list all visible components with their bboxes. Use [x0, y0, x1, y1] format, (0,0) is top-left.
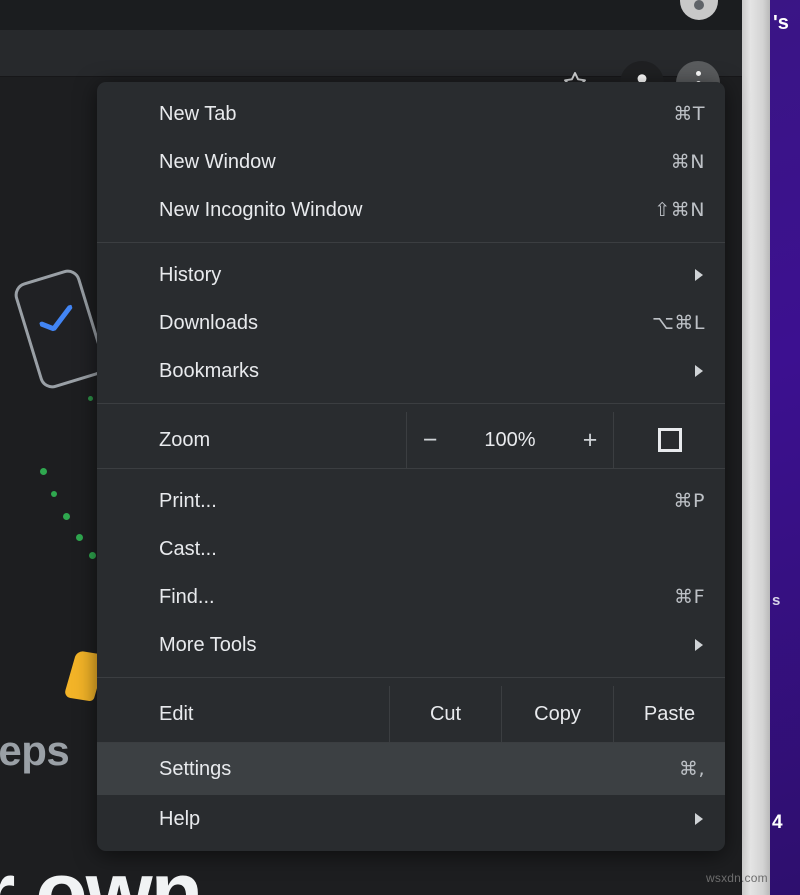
menu-item-history[interactable]: History [97, 251, 725, 299]
zoom-out-button[interactable]: − [407, 427, 453, 453]
phone-check-icon [11, 266, 109, 392]
screenshot-root: steps ır own 's s 4 wsxdn.com [0, 0, 800, 895]
zoom-controls: − 100% + [406, 412, 613, 468]
chevron-right-icon [695, 365, 703, 377]
menu-item-cast[interactable]: Cast... [97, 525, 725, 573]
decorative-dot [89, 552, 96, 559]
menu-item-label: New Tab [159, 102, 237, 125]
right-gray-strip [742, 0, 770, 895]
menu-separator [97, 468, 725, 469]
tab-avatar-inner [694, 0, 704, 10]
menu-item-label: Settings [159, 757, 232, 780]
menu-separator [97, 677, 725, 678]
menu-row-edit: Edit Cut Copy Paste [97, 686, 725, 742]
watermark: wsxdn.com [706, 871, 768, 885]
menu-item-label: Print... [159, 489, 217, 512]
purple-text-fragment-bottom: 4 [772, 812, 783, 833]
decorative-dot [76, 534, 83, 541]
menu-item-label: New Incognito Window [159, 198, 363, 221]
menu-item-downloads[interactable]: Downloads ⌥⌘L [97, 299, 725, 347]
menu-item-shortcut: ⌘, [678, 758, 705, 780]
menu-item-label: New Window [159, 150, 276, 173]
purple-text-fragment-top: 's [773, 12, 789, 34]
zoom-label: Zoom [159, 428, 211, 451]
cut-button[interactable]: Cut [389, 686, 501, 742]
menu-item-new-tab[interactable]: New Tab ⌘T [97, 90, 725, 138]
menu-item-label: Downloads [159, 311, 258, 334]
chevron-right-icon [695, 813, 703, 825]
menu-row-zoom: Zoom − 100% + [97, 412, 725, 468]
chrome-main-menu: New Tab ⌘T New Window ⌘N New Incognito W… [97, 82, 725, 851]
zoom-level-value: 100% [484, 428, 536, 451]
right-purple-panel: 's s 4 [770, 0, 800, 895]
menu-item-print[interactable]: Print... ⌘P [97, 477, 725, 525]
menu-item-shortcut: ⌘N [670, 151, 705, 173]
hero-subtext: steps [0, 727, 70, 774]
menu-item-shortcut: ⌘P [673, 490, 705, 512]
menu-item-find[interactable]: Find... ⌘F [97, 573, 725, 621]
chevron-right-icon [695, 269, 703, 281]
menu-item-label: Cast... [159, 537, 217, 560]
decorative-dot [40, 468, 47, 475]
purple-text-fragment-mid: s [772, 592, 781, 609]
menu-item-shortcut: ⌥⌘L [652, 312, 705, 334]
fullscreen-button[interactable] [613, 412, 725, 468]
menu-item-more-tools[interactable]: More Tools [97, 621, 725, 669]
decorative-dot [63, 513, 70, 520]
tab-strip [0, 0, 742, 30]
menu-item-new-incognito-window[interactable]: New Incognito Window ⇧⌘N [97, 186, 725, 234]
decorative-dot [51, 491, 57, 497]
paste-button[interactable]: Paste [613, 686, 725, 742]
menu-item-shortcut: ⇧⌘N [654, 199, 705, 221]
menu-item-shortcut: ⌘T [673, 103, 705, 125]
menu-item-new-window[interactable]: New Window ⌘N [97, 138, 725, 186]
browser-toolbar [0, 30, 742, 105]
menu-separator [97, 242, 725, 243]
edit-label: Edit [159, 702, 194, 725]
menu-item-bookmarks[interactable]: Bookmarks [97, 347, 725, 395]
hero-headline: ır own [0, 845, 203, 895]
fullscreen-icon [657, 428, 682, 452]
menu-item-label: Find... [159, 585, 215, 608]
menu-item-label: More Tools [159, 633, 257, 656]
menu-item-label: History [159, 263, 222, 286]
tab-avatar-icon [680, 0, 718, 20]
menu-item-label: Help [159, 807, 201, 830]
menu-item-help[interactable]: Help [97, 795, 725, 843]
menu-separator [97, 403, 725, 404]
menu-item-shortcut: ⌘F [674, 586, 705, 608]
chevron-right-icon [695, 639, 703, 651]
zoom-in-button[interactable]: + [567, 427, 613, 453]
menu-item-label: Bookmarks [159, 359, 260, 382]
menu-item-settings[interactable]: Settings ⌘, [97, 743, 725, 795]
decorative-dot [88, 396, 93, 401]
copy-button[interactable]: Copy [501, 686, 613, 742]
blue-checkmark-icon [39, 304, 73, 332]
